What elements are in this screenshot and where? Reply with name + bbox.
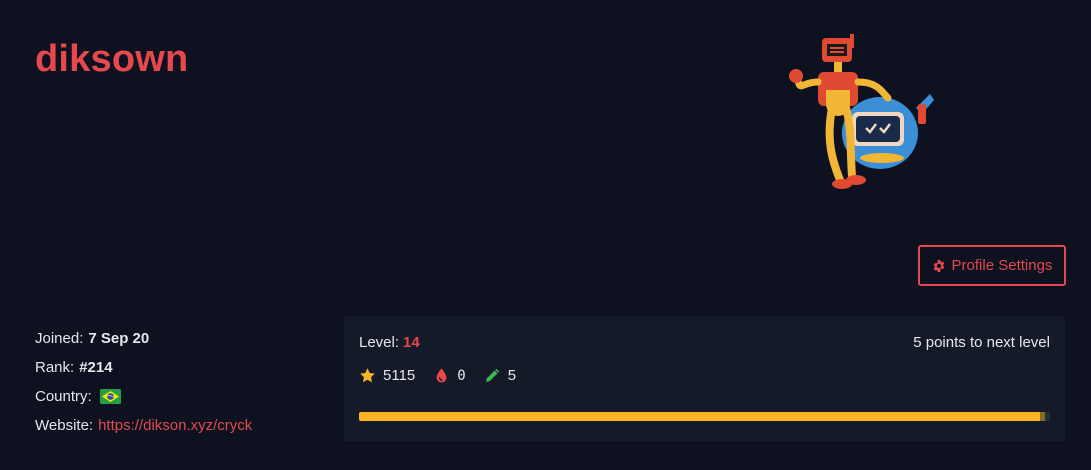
robot-avatar [789,34,934,189]
level-card: Level:14 5 points to next level 5115 0 [344,316,1065,441]
writeups-value: 5 [507,367,517,384]
profile-settings-label: Profile Settings [951,257,1053,274]
first-bloods-value: 0 [457,367,466,384]
website-row: Website: https://dikson.xyz/cryck [35,411,252,440]
joined-label: Joined: [35,330,84,347]
blue-robot-icon [842,94,934,169]
pencil-icon [485,368,499,382]
star-icon [360,368,375,383]
level-text: Level: [359,334,400,351]
country-label: Country: [35,388,92,405]
joined-value: 7 Sep 20 [88,330,150,347]
first-bloods-stat: 0 [433,367,466,384]
stats-row: 5115 0 5 [359,367,534,384]
level-progress-fill [359,412,1046,421]
brazil-flag-icon [99,389,121,404]
points-stat: 5115 [359,367,415,384]
level-progress-bar [359,412,1050,421]
level-value: 14 [403,334,420,351]
blood-drop-icon [436,368,447,383]
profile-info: Joined: 7 Sep 20 Rank: #214 Country: Web… [35,324,252,440]
joined-row: Joined: 7 Sep 20 [35,324,252,353]
writeups-stat: 5 [484,367,516,384]
profile-page: diksown Profile Settings Joined: 7 Sep 2… [0,0,1091,470]
rank-value: #214 [79,359,113,376]
rank-row: Rank: #214 [35,353,252,382]
website-label: Website: [35,417,94,434]
username-title: diksown [35,38,189,80]
level-progress-marker [1040,412,1046,421]
website-link[interactable]: https://dikson.xyz/cryck [98,417,252,434]
next-level-text: 5 points to next level [913,334,1050,351]
points-value: 5115 [383,367,416,384]
gear-icon [933,259,944,272]
rank-label: Rank: [35,359,75,376]
level-label: Level: 14 [359,334,420,351]
profile-settings-button[interactable]: Profile Settings [918,245,1066,286]
country-row: Country: [35,382,252,411]
